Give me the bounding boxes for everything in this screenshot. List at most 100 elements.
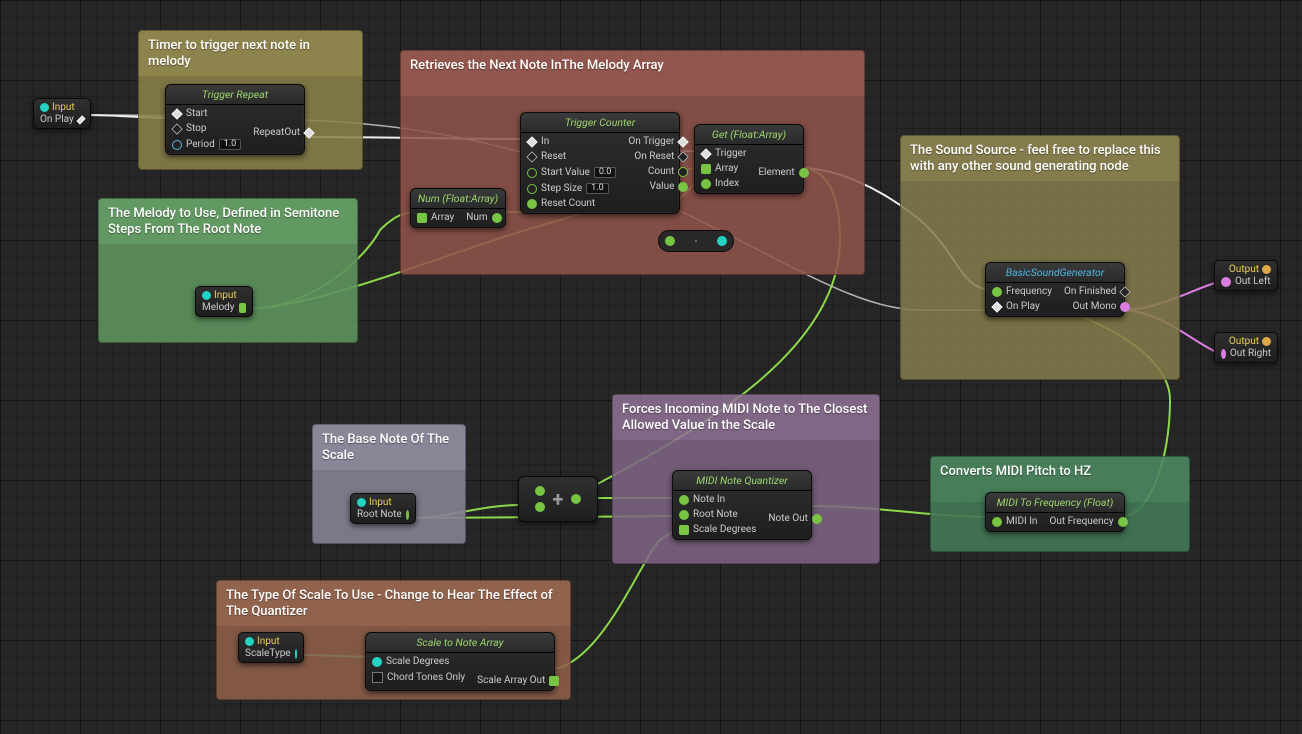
node-basic-sound[interactable]: BasicSoundGenerator Frequency On Play On… [985,262,1125,317]
pin-float[interactable] [527,199,537,209]
node-title: Trigger Counter [521,113,679,133]
node-midi-to-freq[interactable]: MIDI To Frequency (Float) MIDI In Out Fr… [985,492,1125,532]
comment-base[interactable]: The Base Note Of The Scale [312,424,466,544]
pin-label: Start Value [541,168,590,178]
pin-label: Element [758,168,794,178]
pin-label: Root Note [357,510,402,520]
pin-b[interactable] [535,502,545,512]
input-header: Input [257,636,280,647]
pin-array[interactable] [701,164,711,174]
pin-label: MIDI In [1006,517,1037,527]
comment-title: Retrieves the Next Note InThe Melody Arr… [410,58,855,74]
pin-a[interactable] [535,486,545,496]
node-add[interactable]: + [518,476,598,522]
pin-label: On Play [1006,302,1040,312]
pin-float[interactable] [812,514,822,524]
comment-title: Forces Incoming MIDI Note to The Closest… [622,402,870,435]
pin-value[interactable]: 1.0 [219,139,242,150]
pin-out[interactable] [717,236,727,246]
pin-label: Out Right [1230,349,1271,359]
pin-label: Root Note [693,510,738,520]
pin-label: Scale Degrees [693,525,756,535]
pin-label: Reset Count [541,199,595,209]
pin-float[interactable] [799,168,809,178]
node-title: Scale to Note Array [366,633,554,653]
pin-label: Array [431,213,454,223]
pin-array[interactable] [417,213,427,223]
pin-label: Trigger [715,149,746,159]
node-trigger-counter[interactable]: Trigger Counter In Reset Start Value0.0 … [520,112,680,214]
pin-label: Out Mono [1073,302,1117,312]
comment-sound[interactable]: The Sound Source - feel free to replace … [900,135,1180,380]
pin-label: Index [715,179,739,189]
pin-float[interactable] [679,510,689,520]
output-header: Output [1229,264,1259,275]
input-rootnote[interactable]: Input Root Note [350,493,416,524]
pin-exec[interactable] [526,151,537,162]
pin-array[interactable] [549,676,559,686]
pin-audio[interactable] [1221,349,1226,359]
pin-enum[interactable] [372,657,382,667]
pin-label: Out Left [1235,277,1271,287]
pin-exec[interactable] [76,115,85,124]
pin-label: Array [715,164,738,174]
pin-float[interactable] [679,495,689,505]
input-header: Input [214,290,237,301]
node-trigger-repeat[interactable]: Trigger Repeat Start Stop Period1.0 Repe… [165,84,305,155]
pin-exec[interactable] [700,148,711,159]
pin-value[interactable]: 1.0 [586,183,609,194]
pin-value[interactable]: 0.0 [594,167,617,178]
node-scale-to-array[interactable]: Scale to Note Array Scale Degrees Chord … [365,632,555,691]
pin-float[interactable] [992,517,1002,527]
input-icon [245,637,254,646]
pin-exec[interactable] [1120,286,1131,297]
pin-exec[interactable] [991,301,1002,312]
pin-float[interactable] [1118,517,1128,527]
node-title: Get (Float:Array) [695,125,803,145]
pin-exec[interactable] [171,108,182,119]
pin-audio[interactable] [1120,302,1130,312]
input-melody[interactable]: Input Melody [195,286,253,317]
input-header: Input [52,102,75,113]
pin-time[interactable] [172,140,182,150]
pin-float[interactable] [992,287,1002,297]
input-icon [357,498,366,507]
pin-float[interactable] [678,182,688,192]
pin-exec[interactable] [171,123,182,134]
pin-float[interactable] [701,179,711,189]
pin-array[interactable] [239,303,246,313]
pin-exec[interactable] [526,136,537,147]
pin-out[interactable] [571,494,581,504]
pin-label: Value [650,182,675,192]
output-icon [1262,265,1271,274]
pin-exec[interactable] [303,127,314,138]
output-left[interactable]: Output Out Left [1214,260,1278,291]
pin-enum[interactable] [295,649,297,659]
input-onplay[interactable]: Input On Play [33,98,91,129]
node-get-array[interactable]: Get (Float:Array) Trigger Array Index El… [694,124,804,194]
pin-label: Note In [693,495,725,505]
reroute-node[interactable]: • [658,230,734,252]
checkbox[interactable] [372,672,383,683]
node-num-array[interactable]: Num (Float:Array) Array Num [410,188,506,228]
pin-exec[interactable] [678,136,689,147]
pin-label: Melody [202,303,235,313]
pin-label: Period [186,140,215,150]
pin-float[interactable] [527,184,537,194]
input-icon [40,103,49,112]
comment-melody[interactable]: The Melody to Use, Defined in Semitone S… [98,198,358,343]
pin-float[interactable] [678,167,688,177]
pin-float[interactable] [527,168,537,178]
pin-float[interactable] [406,510,409,520]
pin-label: Scale Degrees [386,657,449,667]
pin-array[interactable] [679,525,689,535]
node-title: MIDI To Frequency (Float) [986,493,1124,513]
node-midi-quantizer[interactable]: MIDI Note Quantizer Note In Root Note Sc… [672,470,812,540]
input-scaletype[interactable]: Input ScaleType [238,632,304,663]
pin-exec[interactable] [678,151,689,162]
pin-float[interactable] [492,213,502,223]
pin-audio[interactable] [1221,277,1231,287]
output-right[interactable]: Output Out Right [1214,332,1278,363]
pin-in[interactable] [665,236,675,246]
node-title: Num (Float:Array) [411,189,505,209]
